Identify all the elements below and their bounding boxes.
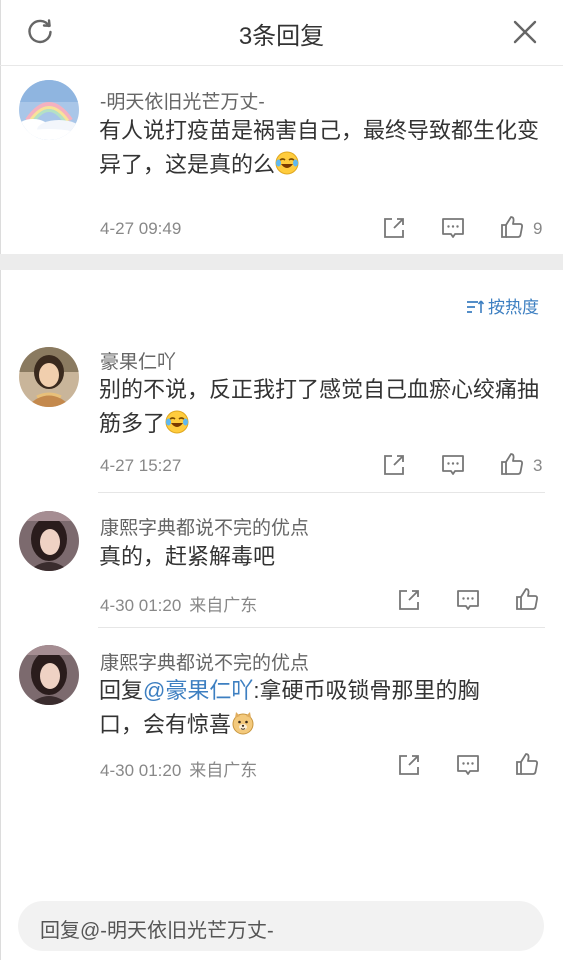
reply-username[interactable]: 康熙字典都说不完的优点 [100,648,309,675]
comment-icon[interactable] [455,587,481,613]
comment-icon[interactable] [440,215,466,241]
share-icon[interactable] [396,752,422,778]
comment-text-content: 有人说打疫苗是祸害自己，最终导致都生化变异了，这是真的么 [99,118,540,177]
mention-link[interactable]: @豪果仁吖 [143,678,253,703]
reply-meta: 4-30 01:20 来自广东 [100,591,257,616]
laughing-crying-emoji-icon [275,151,299,175]
reply-meta: 4-30 01:20 来自广东 [100,756,257,781]
comment-text: 有人说打疫苗是祸害自己，最终导致都生化变异了，这是真的么 [99,114,549,182]
reply-username[interactable]: 康熙字典都说不完的优点 [100,513,309,540]
like-icon[interactable] [514,586,540,612]
page-title: 3条回复 [238,23,325,50]
like-icon[interactable] [499,214,525,240]
header: 3条回复 [0,0,563,66]
reply-time: 4-30 01:20 [100,596,182,615]
like-icon[interactable] [514,751,540,777]
reply-time: 4-27 15:27 [100,456,182,475]
divider [98,492,545,493]
section-separator [0,254,563,270]
reply-text: 别的不说，反正我打了感觉自己血瘀心绞痛抽筋多了 [99,373,549,441]
avatar[interactable] [19,80,79,140]
reply-input-placeholder: 回复@-明天依旧光芒万丈- [40,920,274,942]
reply-time: 4-30 01:20 [100,761,182,780]
like-icon[interactable] [499,451,525,477]
reply-location: 来自广东 [189,596,258,615]
reply-prefix: 回复 [99,678,144,703]
reply-text: 真的，赶紧解毒吧 [99,544,276,569]
like-count: 9 [533,219,543,238]
avatar[interactable] [19,347,79,407]
divider [98,627,545,628]
share-icon[interactable] [396,587,422,613]
panel-left-edge [0,0,1,960]
sort-label: 按热度 [488,298,539,317]
avatar[interactable] [19,511,79,571]
reply-location: 来自广东 [189,761,258,780]
laughing-crying-emoji-icon [165,410,189,434]
like-count: 3 [533,456,543,475]
reply-username[interactable]: 豪果仁吖 [100,347,176,374]
comment-time: 4-27 09:49 [100,219,182,238]
share-icon[interactable] [381,452,407,478]
doge-emoji-icon [231,711,255,735]
comment-username[interactable]: -明天依旧光芒万丈- [100,87,265,114]
reply-text: 回复@豪果仁吖:拿硬币吸锁骨那里的胸口，会有惊喜 [99,674,519,742]
comment-icon[interactable] [455,752,481,778]
comment-icon[interactable] [440,452,466,478]
avatar[interactable] [19,645,79,705]
share-icon[interactable] [381,215,407,241]
sort-icon [466,299,486,315]
close-icon[interactable] [511,18,539,46]
reply-input[interactable]: 回复@-明天依旧光芒万丈- [18,901,544,951]
sort-by-hot-button[interactable]: 按热度 [466,293,539,318]
